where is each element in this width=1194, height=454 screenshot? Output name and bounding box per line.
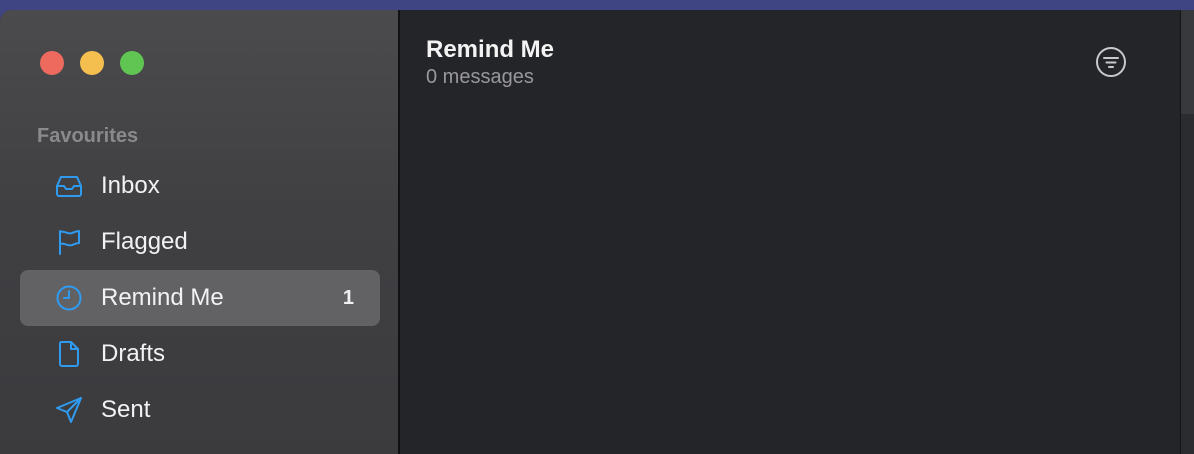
sidebar-item-inbox[interactable]: Inbox <box>20 158 380 214</box>
paper-plane-icon <box>54 395 84 425</box>
sidebar-item-sent[interactable]: Sent <box>20 382 380 438</box>
sidebar-item-label: Inbox <box>101 172 160 199</box>
favourites-section-label: Favourites <box>37 125 139 147</box>
sidebar-item-remind-me[interactable]: Remind Me 1 <box>20 270 380 326</box>
unread-count-badge: 1 <box>342 287 354 309</box>
clock-icon <box>54 283 84 313</box>
message-count: 0 messages <box>426 66 534 88</box>
mailbox-list: Inbox Flagged Remind Me 1 Drafts Sent <box>20 158 380 438</box>
flag-icon <box>54 227 84 257</box>
sidebar: Favourites Inbox Flagged Remind Me 1 Dra… <box>0 10 400 454</box>
toolbar-edge <box>1181 10 1194 114</box>
zoom-window-button[interactable] <box>120 51 144 75</box>
filter-button[interactable] <box>1094 45 1128 79</box>
close-window-button[interactable] <box>40 51 64 75</box>
sidebar-item-label: Drafts <box>101 340 166 367</box>
document-icon <box>54 339 84 369</box>
minimize-window-button[interactable] <box>80 51 104 75</box>
sidebar-item-flagged[interactable]: Flagged <box>20 214 380 270</box>
inbox-icon <box>54 171 84 201</box>
mailbox-title: Remind Me <box>426 36 555 63</box>
sidebar-item-label: Remind Me <box>101 284 224 311</box>
message-list-pane: Remind Me 0 messages <box>400 10 1180 454</box>
sidebar-item-label: Sent <box>101 396 151 423</box>
sidebar-item-label: Flagged <box>101 228 188 255</box>
filter-icon <box>1094 45 1128 79</box>
sidebar-item-drafts[interactable]: Drafts <box>20 326 380 382</box>
mail-window: Favourites Inbox Flagged Remind Me 1 Dra… <box>0 10 1194 454</box>
message-view-pane-edge <box>1180 10 1194 454</box>
